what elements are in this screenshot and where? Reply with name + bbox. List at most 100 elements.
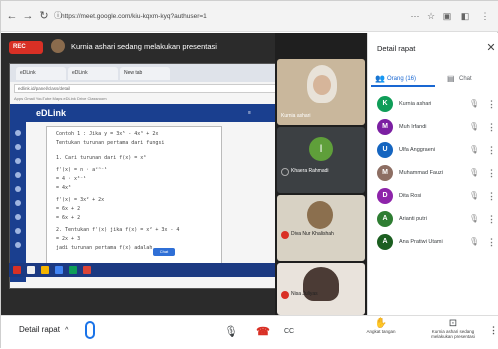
- more-options-icon[interactable]: ⋮: [487, 188, 496, 204]
- shared-address-bar: edlink.id/panel/class/detail: [14, 84, 276, 93]
- more-options-icon[interactable]: ⋮: [487, 211, 496, 227]
- tab-people[interactable]: 👥 Orang (16): [371, 71, 435, 87]
- tab-people-label: Orang (16): [387, 76, 417, 82]
- worksheet-line: Contoh 1 : Jika y = 3x⁵ - 4x³ + 2x: [56, 131, 159, 137]
- worksheet-line: = 6x + 2: [56, 206, 81, 212]
- taskbar-icon: [69, 266, 77, 274]
- screenshot-frame: ← → ↻ ⓘ https://meet.google.com/kiu-kqxm…: [0, 0, 498, 349]
- participant-avatar: M: [377, 165, 393, 181]
- mic-icon: 🎙: [469, 168, 480, 177]
- mic-icon[interactable]: 🎙: [223, 324, 239, 340]
- participant-row[interactable]: M Muhammad Fauzi 🎙 ⋮: [371, 162, 497, 184]
- participant-tile[interactable]: Kurnia ashari: [277, 59, 365, 125]
- participant-name: Dita Rosi: [399, 193, 422, 199]
- raise-hand-button[interactable]: ✋ Angkat tangan: [359, 315, 403, 349]
- shared-tab: New tab: [120, 67, 170, 80]
- sidebar-icon: [15, 242, 21, 248]
- participant-name: Nisa Juliyas: [291, 291, 318, 297]
- participant-name: Ulfa Anggraeni: [399, 147, 436, 153]
- more-options-icon[interactable]: ⋮: [487, 119, 496, 135]
- chat-icon: ▤: [447, 74, 455, 83]
- participant-avatar: U: [377, 142, 393, 158]
- reload-icon[interactable]: ↻: [37, 9, 51, 23]
- participant-avatar: K: [377, 96, 393, 112]
- taskbar-icon: [41, 266, 49, 274]
- participant-tile[interactable]: I Khaera Rahmadi: [277, 127, 365, 193]
- sidebar-icon: [15, 130, 21, 136]
- meeting-details-label: Detail rapat: [19, 325, 60, 334]
- participant-row[interactable]: A Arianti putri 🎙 ⋮: [371, 208, 497, 230]
- menu-icon[interactable]: ⋮: [479, 10, 491, 22]
- shared-chat-button: Chat: [153, 248, 175, 256]
- worksheet-line: = 4x³: [56, 185, 72, 191]
- mic-icon: 🎙: [469, 237, 480, 246]
- worksheet-line: jadi turunan pertama f(x) adalah...: [56, 245, 162, 251]
- meeting-details-button[interactable]: Detail rapat ^: [19, 323, 89, 337]
- participant-row[interactable]: K Kurnia ashari 🎙 ⋮: [371, 93, 497, 115]
- mic-icon: [281, 168, 289, 176]
- participant-tile[interactable]: Nisa Juliyas: [277, 263, 365, 315]
- worksheet-line: Tentukan turunan pertama dari fungsi: [56, 140, 165, 146]
- sidebar-icon: [15, 158, 21, 164]
- mic-off-icon: [281, 291, 289, 299]
- participant-face: [313, 75, 331, 95]
- hamburger-icon: ≡: [248, 110, 251, 116]
- more-options-icon[interactable]: ⋮: [487, 165, 496, 181]
- worksheet-line: 2. Tentukan f'(x) jika f(x) = x² + 3x - …: [56, 227, 180, 233]
- tab-chat-label: Chat: [459, 76, 472, 82]
- star-icon[interactable]: ☆: [425, 10, 437, 22]
- more-options-icon[interactable]: ⋮: [487, 96, 496, 112]
- participant-avatar: A: [377, 211, 393, 227]
- presenting-button[interactable]: ⊡ Kurnia ashari sedang melakukan present…: [421, 315, 485, 349]
- forward-icon[interactable]: →: [21, 9, 35, 23]
- raise-hand-label: Angkat tangan: [366, 329, 396, 334]
- hangup-icon[interactable]: ☎: [255, 324, 271, 340]
- more-options-icon[interactable]: ⋮: [487, 142, 496, 158]
- more-options-icon[interactable]: ⋮: [487, 234, 496, 250]
- participant-tile[interactable]: Diva Nur Khalishah: [277, 195, 365, 261]
- worksheet-line: = 4 · x⁴⁻¹: [56, 176, 87, 182]
- participant-avatar: M: [377, 119, 393, 135]
- participant-name: Kurnia ashari: [399, 101, 432, 107]
- shield-icon[interactable]: [85, 321, 95, 339]
- mic-icon: 🎙: [469, 145, 480, 154]
- edlink-sidebar: [10, 122, 26, 282]
- participant-row[interactable]: D Dita Rosi 🎙 ⋮: [371, 185, 497, 207]
- more-options-icon[interactable]: ⋮: [489, 325, 498, 336]
- participant-avatar: I: [309, 137, 333, 161]
- profile-icon[interactable]: ◧: [459, 10, 471, 22]
- presenter-avatar: [51, 39, 65, 53]
- participant-name: Khaera Rahmadi: [291, 168, 329, 174]
- participant-name: Diva Nur Khalishah: [291, 231, 334, 237]
- worksheet-line: = 2x + 3: [56, 236, 81, 242]
- participant-name: Muh Irfandi: [399, 124, 427, 130]
- mic-icon: 🎙: [469, 122, 480, 131]
- sidebar-icon: [15, 214, 21, 220]
- cast-icon[interactable]: ▣: [441, 10, 453, 22]
- participant-name: Kurnia ashari: [281, 113, 311, 119]
- sidebar-icon: [15, 144, 21, 150]
- mic-icon: 🎙: [469, 214, 480, 223]
- back-icon[interactable]: ←: [5, 9, 19, 23]
- participant-row[interactable]: A Ana Pratiwi Utami 🎙 ⋮: [371, 231, 497, 253]
- participant-avatar: A: [377, 234, 393, 250]
- tab-chat[interactable]: ▤ Chat: [445, 71, 497, 87]
- sidebar-icon: [15, 228, 21, 234]
- extension-icon[interactable]: ⋯: [409, 10, 421, 22]
- participant-name: Ana Pratiwi Utami: [399, 239, 443, 245]
- close-icon[interactable]: ✕: [485, 41, 497, 55]
- captions-icon[interactable]: CC: [281, 324, 297, 340]
- worksheet-line: 1. Cari turunan dari f(x) = x⁴: [56, 155, 147, 161]
- participant-row[interactable]: U Ulfa Anggraeni 🎙 ⋮: [371, 139, 497, 161]
- mic-icon: 🎙: [469, 191, 480, 200]
- sidebar-icon: [15, 186, 21, 192]
- address-bar[interactable]: https://meet.google.com/kiu-kqxm-kyq?aut…: [61, 7, 361, 26]
- participant-avatar: D: [377, 188, 393, 204]
- participant-row[interactable]: M Muh Irfandi 🎙 ⋮: [371, 116, 497, 138]
- shared-taskbar: [9, 263, 279, 277]
- participant-name: Arianti putri: [399, 216, 427, 222]
- participant-name: Muhammad Fauzi: [399, 170, 444, 176]
- taskbar-icon: [83, 266, 91, 274]
- taskbar-icon: [27, 266, 35, 274]
- shared-tab: eDLink: [16, 67, 66, 80]
